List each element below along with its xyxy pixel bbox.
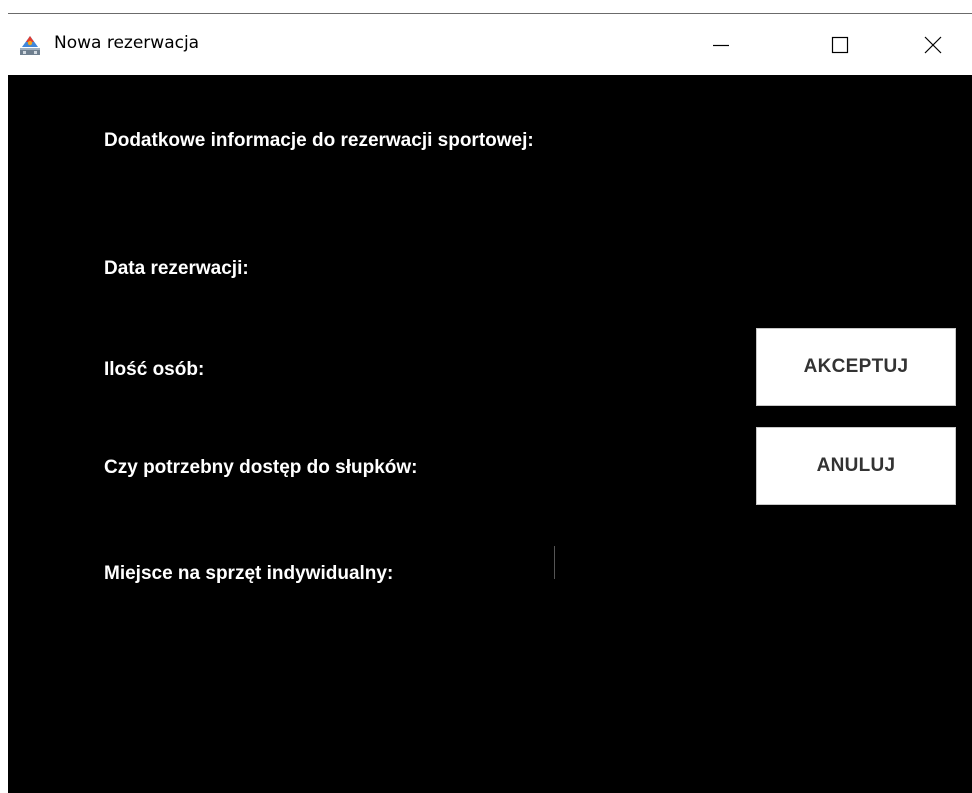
- posts-access-label: Czy potrzebny dostęp do słupków:: [104, 457, 418, 478]
- app-window: Nowa rezerwacja Dodatkowe informacje do …: [8, 13, 972, 793]
- close-icon: [923, 35, 943, 55]
- equipment-space-label: Miejsce na sprzęt indywidualny:: [104, 563, 394, 584]
- form-panel: Dodatkowe informacje do rezerwacji sport…: [8, 75, 972, 793]
- minimize-button[interactable]: [691, 14, 751, 75]
- maximize-icon: [830, 35, 850, 55]
- text-caret[interactable]: [554, 546, 555, 579]
- maximize-button[interactable]: [810, 14, 870, 75]
- window-title: Nowa rezerwacja: [54, 33, 200, 53]
- close-button[interactable]: [903, 14, 963, 75]
- people-count-label: Ilość osób:: [104, 359, 205, 380]
- cancel-button[interactable]: ANULUJ: [756, 427, 956, 505]
- accept-button[interactable]: AKCEPTUJ: [756, 328, 956, 406]
- title-bar[interactable]: Nowa rezerwacja: [8, 14, 972, 75]
- java-app-icon: [19, 34, 41, 56]
- form-header: Dodatkowe informacje do rezerwacji sport…: [104, 130, 534, 151]
- date-label: Data rezerwacji:: [104, 258, 249, 279]
- minimize-icon: [711, 35, 731, 55]
